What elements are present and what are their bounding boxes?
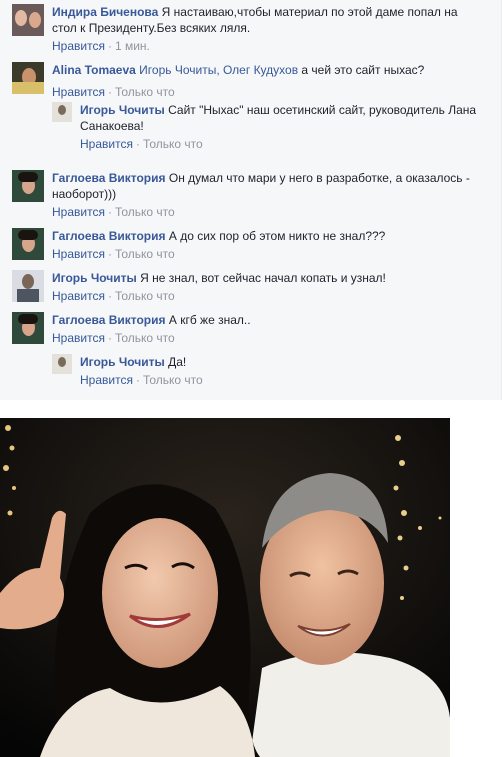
comment-text: А до сих пор об этом никто не знал??? <box>168 229 386 243</box>
reply-comment: Игорь Чочиты Да! Нравится · Только что <box>52 354 492 388</box>
comment-time[interactable]: Только что <box>143 373 203 387</box>
photo-illustration <box>0 418 450 757</box>
like-button[interactable]: Нравится <box>52 39 105 53</box>
avatar[interactable] <box>12 170 44 202</box>
avatar[interactable] <box>12 62 44 94</box>
avatar[interactable] <box>52 102 72 122</box>
comment: Гаглоева Виктория Он думал что мари у не… <box>12 170 482 220</box>
comment-author[interactable]: Игорь Чочиты <box>80 103 165 117</box>
comment-author[interactable]: Индира Биченова <box>52 5 158 19</box>
attached-photo[interactable] <box>0 418 450 757</box>
comment-author[interactable]: Гаглоева Виктория <box>52 313 166 327</box>
like-button[interactable]: Нравится <box>80 373 133 387</box>
comment-text: Я не знал, вот сейчас начал копать и узн… <box>140 271 386 285</box>
comment: Индира Биченова Я настаиваю,чтобы матери… <box>12 4 482 54</box>
comment-author[interactable]: Игорь Чочиты <box>80 355 165 369</box>
comment-time[interactable]: Только что <box>115 205 175 219</box>
like-button[interactable]: Нравится <box>52 331 105 345</box>
avatar[interactable] <box>52 354 72 374</box>
comment-author[interactable]: Alina Tomaeva <box>52 63 136 77</box>
comment-author[interactable]: Игорь Чочиты <box>52 271 137 285</box>
separator: · <box>135 137 140 151</box>
separator: · <box>107 331 112 345</box>
separator: · <box>107 289 112 303</box>
comment-mentions[interactable]: Игорь Чочиты, Олег Кудухов <box>139 63 298 77</box>
comment-time[interactable]: Только что <box>115 85 175 99</box>
separator: · <box>107 205 112 219</box>
comment: Гаглоева Виктория А до сих пор об этом н… <box>12 228 482 262</box>
comment-time[interactable]: Только что <box>143 137 203 151</box>
comment: Гаглоева Виктория А кгб же знал.. Нравит… <box>12 312 482 346</box>
comment-text: Да! <box>168 355 187 369</box>
comment-author[interactable]: Гаглоева Виктория <box>52 171 166 185</box>
separator: · <box>107 247 112 261</box>
comments-panel: Индира Биченова Я настаиваю,чтобы матери… <box>0 0 502 400</box>
like-button[interactable]: Нравится <box>52 205 105 219</box>
separator: · <box>107 39 112 53</box>
separator: · <box>107 85 112 99</box>
comment-time[interactable]: Только что <box>115 289 175 303</box>
reply-comment: Игорь Чочиты Сайт "Ныхас" наш осетинский… <box>52 102 492 152</box>
separator: · <box>135 373 140 387</box>
comment-text: а чей это сайт ныхас? <box>301 63 425 77</box>
comment: Игорь Чочиты Я не знал, вот сейчас начал… <box>12 270 482 304</box>
like-button[interactable]: Нравится <box>52 247 105 261</box>
comment-time[interactable]: Только что <box>115 247 175 261</box>
like-button[interactable]: Нравится <box>52 289 105 303</box>
comment-text: А кгб же знал.. <box>168 313 251 327</box>
like-button[interactable]: Нравится <box>52 85 105 99</box>
comment-time[interactable]: 1 мин. <box>115 39 150 53</box>
avatar[interactable] <box>12 270 44 302</box>
comment: Alina Tomaeva Игорь Чочиты, Олег Кудухов… <box>12 62 482 100</box>
comment-time[interactable]: Только что <box>115 331 175 345</box>
avatar[interactable] <box>12 312 44 344</box>
comment-author[interactable]: Гаглоева Виктория <box>52 229 166 243</box>
avatar[interactable] <box>12 4 44 36</box>
avatar[interactable] <box>12 228 44 260</box>
like-button[interactable]: Нравится <box>80 137 133 151</box>
